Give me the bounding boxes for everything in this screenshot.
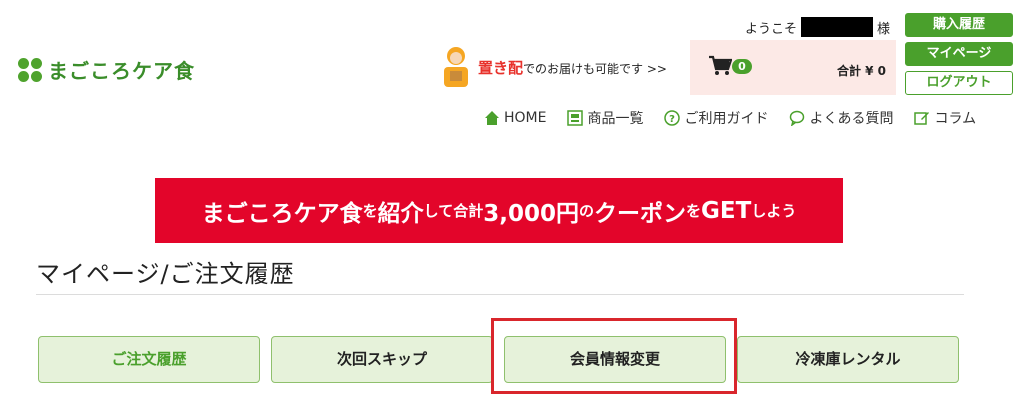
tab-member-info-change[interactable]: 会員情報変更 — [504, 336, 726, 383]
delivery-promo-link[interactable]: 置き配でのお届けも可能です >> — [440, 45, 667, 89]
banner-coupon: クーポン — [594, 200, 687, 227]
mypage-button[interactable]: マイページ — [905, 42, 1013, 66]
banner-refer: 紹介 — [377, 200, 424, 227]
banner-amount: 3,000円 — [483, 200, 579, 227]
banner-brand: まごころケア食 — [201, 200, 363, 227]
home-icon — [484, 110, 500, 126]
tab-freezer-rental[interactable]: 冷凍庫レンタル — [737, 336, 959, 383]
cart-count-badge: 0 — [732, 59, 752, 74]
logout-button[interactable]: ログアウト — [905, 71, 1013, 95]
nav-label-home: HOME — [504, 110, 547, 126]
delivery-person-icon — [440, 45, 472, 89]
clover-logo-icon — [18, 57, 42, 82]
nav-label-products: 商品一覧 — [587, 111, 644, 127]
page: まごころケア食 ようこそ 様 購入履歴 マイページ ログアウト 置き配でのお届け… — [0, 0, 1024, 402]
nav-item-products[interactable]: 商品一覧 — [567, 108, 643, 128]
banner-particle-3: を — [686, 202, 702, 220]
cart-summary[interactable]: 0 合計 ¥ 0 — [690, 40, 896, 95]
svg-text:?: ? — [670, 114, 676, 125]
delivery-rest: でのお届けも可能です >> — [523, 61, 667, 76]
nav-item-home[interactable]: HOME — [484, 108, 546, 128]
title-divider — [36, 294, 964, 295]
logo-text: まごころケア食 — [48, 59, 195, 83]
banner-total-label: して合計 — [423, 202, 484, 220]
banner-particle-2: の — [579, 202, 595, 220]
purchase-history-button[interactable]: 購入履歴 — [905, 13, 1013, 37]
masked-user-name — [801, 17, 874, 37]
delivery-strong: 置き配 — [478, 58, 524, 77]
banner-particle-1: を — [362, 202, 378, 220]
delivery-text: 置き配でのお届けも可能です >> — [478, 57, 667, 78]
banner-get: GET — [701, 197, 752, 224]
cart-total: 合計 ¥ 0 — [836, 64, 886, 78]
referral-coupon-banner[interactable]: まごころケア食を紹介 して合計 3,000円のクーポンを GET しよう — [155, 178, 843, 243]
faq-bubble-icon — [789, 110, 805, 127]
help-icon: ? — [664, 110, 681, 126]
welcome-prefix: ようこそ — [745, 21, 798, 37]
global-nav: HOME 商品一覧 ? ご利用ガイド よくある質問 コラム — [484, 108, 976, 128]
welcome-message: ようこそ 様 — [745, 17, 890, 37]
product-list-icon — [567, 110, 584, 126]
nav-label-faq: よくある質問 — [809, 111, 894, 127]
cart-icon — [708, 55, 733, 81]
nav-item-guide[interactable]: ? ご利用ガイド — [664, 108, 768, 128]
nav-item-faq[interactable]: よくある質問 — [789, 108, 893, 128]
column-pen-icon — [914, 110, 930, 126]
nav-label-guide: ご利用ガイド — [684, 111, 769, 127]
site-logo[interactable]: まごころケア食 — [18, 55, 195, 84]
welcome-suffix: 様 — [877, 21, 891, 37]
page-title: マイページ/ご注文履歴 — [36, 260, 295, 288]
banner-lets: しよう — [751, 202, 797, 220]
nav-label-column: コラム — [934, 111, 977, 127]
tab-next-skip[interactable]: 次回スキップ — [271, 336, 493, 383]
tab-order-history[interactable]: ご注文履歴 — [38, 336, 260, 383]
nav-item-column[interactable]: コラム — [914, 108, 976, 128]
